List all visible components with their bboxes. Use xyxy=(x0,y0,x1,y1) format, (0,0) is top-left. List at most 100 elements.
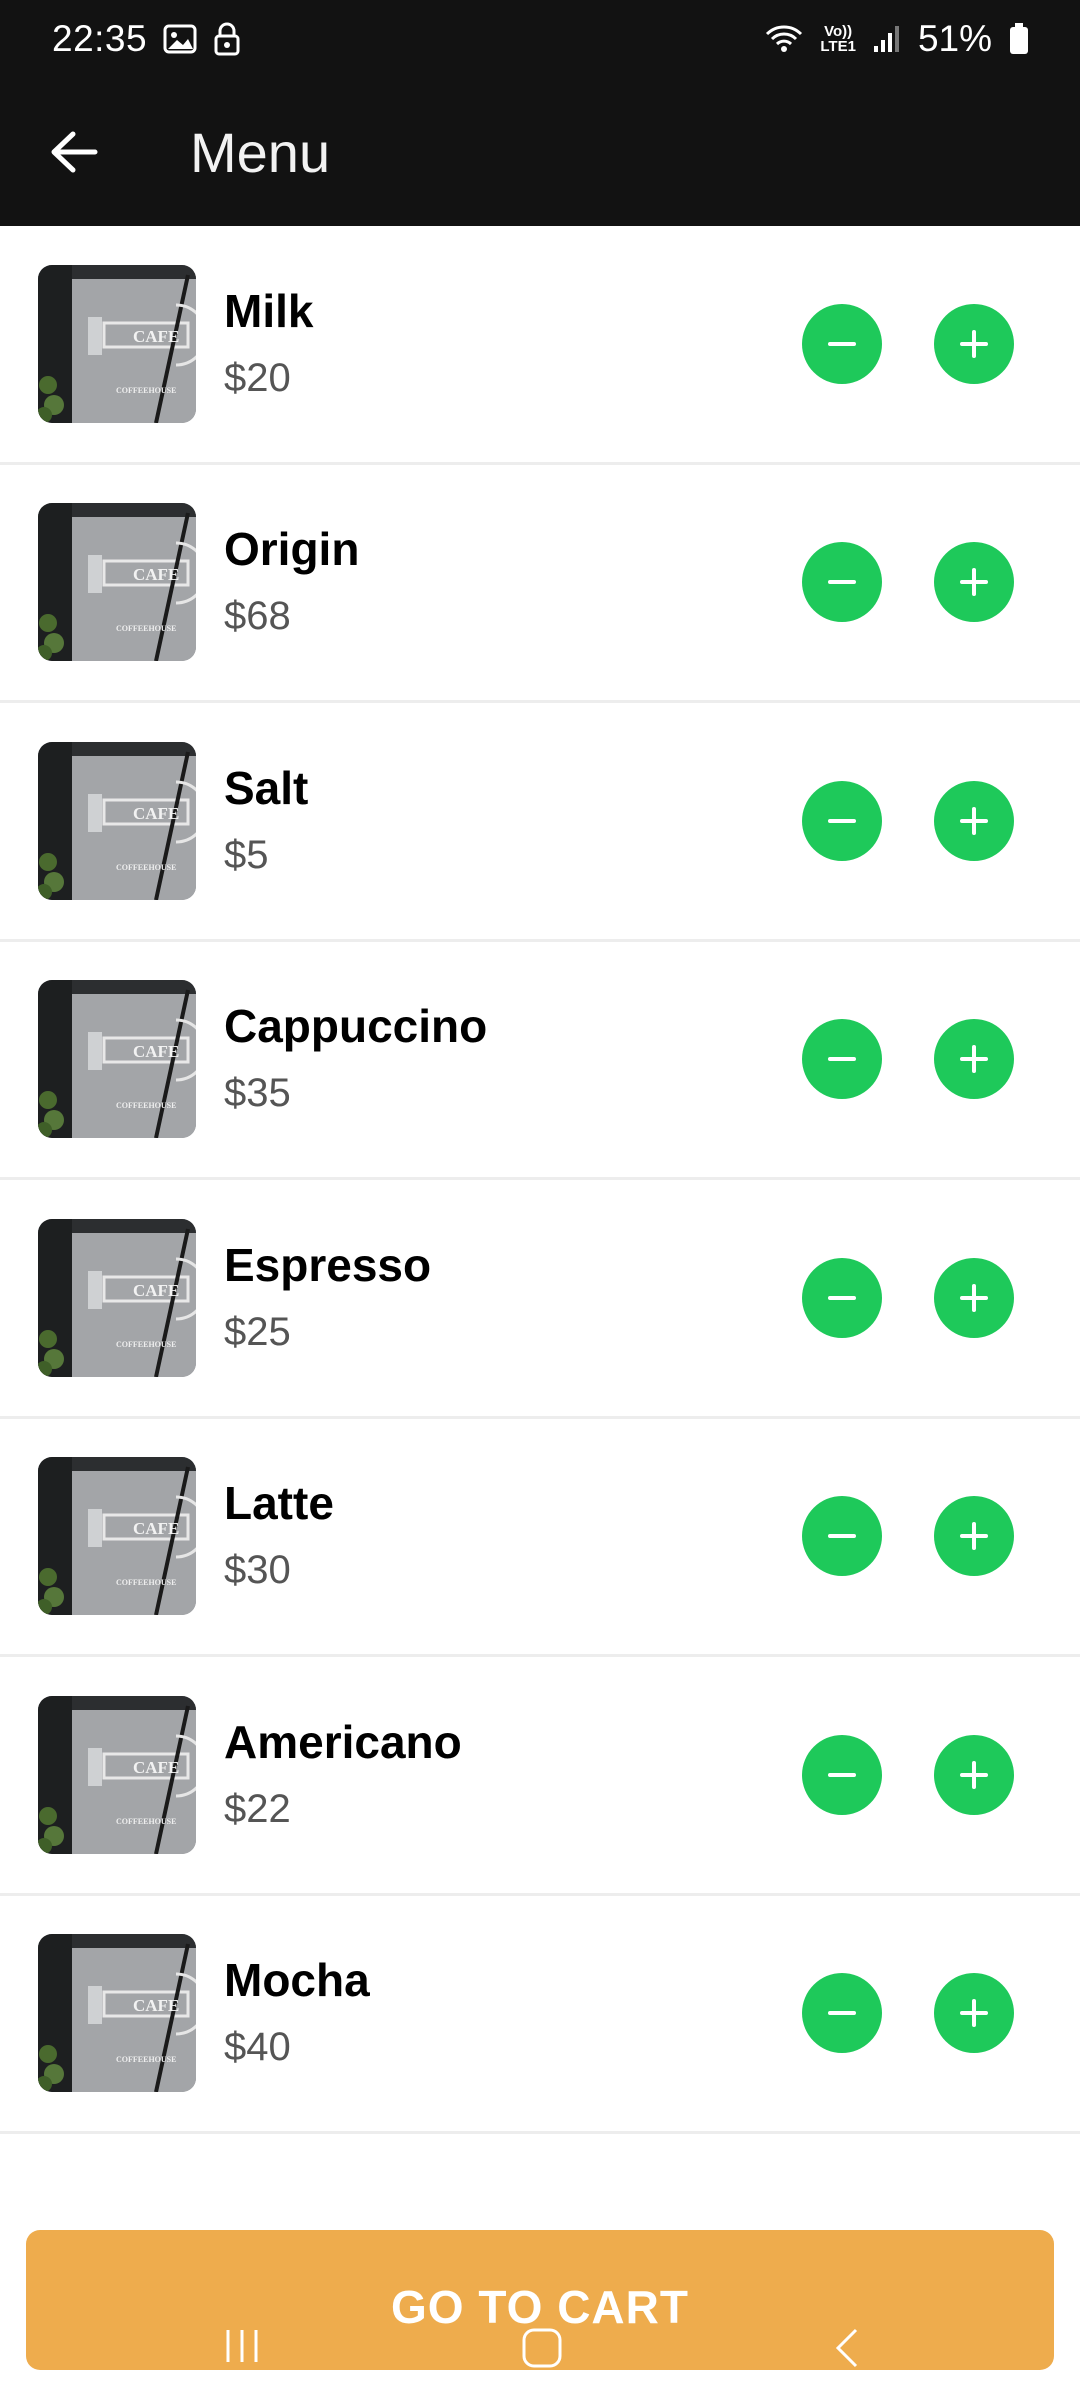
item-text: Origin $68 xyxy=(224,521,802,643)
menu-item: CAFE COFFEEHOUSE Salt $5 xyxy=(0,703,1080,942)
svg-text:COFFEEHOUSE: COFFEEHOUSE xyxy=(116,1578,176,1587)
item-price: $25 xyxy=(224,1309,291,1354)
increase-button[interactable] xyxy=(934,542,1014,623)
item-text: Mocha $40 xyxy=(224,1952,802,2074)
item-thumbnail: CAFE COFFEEHOUSE xyxy=(38,741,196,900)
menu-item: CAFE COFFEEHOUSE Cappuccino $35 xyxy=(0,941,1080,1180)
quantity-controls xyxy=(802,1257,1014,1338)
plus-icon xyxy=(960,806,988,835)
plus-icon xyxy=(960,568,988,597)
status-left: 22:35 xyxy=(52,18,241,60)
decrease-button[interactable] xyxy=(802,542,882,623)
svg-text:COFFEEHOUSE: COFFEEHOUSE xyxy=(116,2055,176,2064)
minus-icon xyxy=(828,580,856,585)
item-name: Cappuccino xyxy=(224,1000,488,1053)
item-name: Mocha xyxy=(224,1954,370,2007)
recent-apps-icon xyxy=(226,2330,258,2362)
system-nav-bar xyxy=(0,2310,1080,2400)
back-button[interactable] xyxy=(24,102,124,202)
menu-item: CAFE COFFEEHOUSE Espresso $25 xyxy=(0,1180,1080,1419)
plus-icon xyxy=(960,1283,988,1312)
minus-icon xyxy=(828,2011,856,2016)
minus-icon xyxy=(828,1295,856,1300)
svg-text:COFFEEHOUSE: COFFEEHOUSE xyxy=(116,1340,176,1349)
item-price: $22 xyxy=(224,1786,291,1831)
home-button[interactable] xyxy=(518,2324,566,2372)
decrease-button[interactable] xyxy=(802,1973,882,2054)
quantity-controls xyxy=(802,1496,1014,1577)
item-thumbnail: CAFE COFFEEHOUSE xyxy=(38,1218,196,1377)
volte-bottom: LTE1 xyxy=(820,38,856,55)
quantity-controls xyxy=(802,1019,1014,1100)
svg-text:CAFE: CAFE xyxy=(133,1042,179,1061)
minus-icon xyxy=(828,1057,856,1062)
plus-icon xyxy=(960,329,988,358)
item-name: Origin xyxy=(224,523,360,576)
svg-text:CAFE: CAFE xyxy=(133,804,179,823)
menu-item: CAFE COFFEEHOUSE Latte $30 xyxy=(0,1418,1080,1657)
svg-text:COFFEEHOUSE: COFFEEHOUSE xyxy=(116,1817,176,1826)
quantity-controls xyxy=(802,1973,1014,2054)
item-text: Cappuccino $35 xyxy=(224,998,802,1120)
svg-text:CAFE: CAFE xyxy=(133,565,179,584)
quantity-controls xyxy=(802,1734,1014,1815)
svg-text:CAFE: CAFE xyxy=(133,1519,179,1538)
status-time: 22:35 xyxy=(52,18,148,59)
minus-icon xyxy=(828,341,856,346)
increase-button[interactable] xyxy=(934,780,1014,861)
svg-text:COFFEEHOUSE: COFFEEHOUSE xyxy=(116,1101,176,1110)
decrease-button[interactable] xyxy=(802,1496,882,1577)
item-thumbnail: CAFE COFFEEHOUSE xyxy=(38,980,196,1139)
increase-button[interactable] xyxy=(934,1734,1014,1815)
arrow-left-icon xyxy=(51,131,98,173)
quantity-controls xyxy=(802,303,1014,384)
plus-icon xyxy=(960,1760,988,1789)
menu-item: CAFE COFFEEHOUSE Mocha $40 xyxy=(0,1895,1080,2134)
menu-item: CAFE COFFEEHOUSE Origin $68 xyxy=(0,464,1080,703)
item-name: Espresso xyxy=(224,1238,432,1291)
item-text: Americano $22 xyxy=(224,1714,802,1836)
chevron-left-icon xyxy=(835,2328,858,2368)
item-price: $30 xyxy=(224,1548,291,1593)
quantity-controls xyxy=(802,780,1014,861)
battery-percent: 51% xyxy=(917,18,992,59)
item-price: $20 xyxy=(224,355,291,400)
gallery-icon xyxy=(163,24,197,54)
decrease-button[interactable] xyxy=(802,303,882,384)
plus-icon xyxy=(960,1522,988,1551)
decrease-button[interactable] xyxy=(802,780,882,861)
plus-icon xyxy=(960,1045,988,1074)
increase-button[interactable] xyxy=(934,1019,1014,1100)
svg-text:COFFEEHOUSE: COFFEEHOUSE xyxy=(116,624,176,633)
item-name: Latte xyxy=(224,1477,334,1530)
decrease-button[interactable] xyxy=(802,1257,882,1338)
item-text: Latte $30 xyxy=(224,1475,802,1597)
battery-icon xyxy=(1008,22,1030,56)
decrease-button[interactable] xyxy=(802,1734,882,1815)
home-icon xyxy=(522,2328,562,2368)
lock-icon xyxy=(213,22,241,56)
increase-button[interactable] xyxy=(934,1257,1014,1338)
svg-text:CAFE: CAFE xyxy=(133,1758,179,1777)
back-nav-button[interactable] xyxy=(826,2324,870,2372)
item-thumbnail: CAFE COFFEEHOUSE xyxy=(38,1695,196,1854)
svg-text:CAFE: CAFE xyxy=(133,1996,179,2015)
app-bar: Menu xyxy=(0,78,1080,226)
item-text: Milk $20 xyxy=(224,283,802,405)
wifi-icon xyxy=(764,23,804,55)
item-name: Salt xyxy=(224,761,309,814)
increase-button[interactable] xyxy=(934,1973,1014,2054)
menu-item: CAFE COFFEEHOUSE Americano $22 xyxy=(0,1657,1080,1896)
increase-button[interactable] xyxy=(934,303,1014,384)
item-thumbnail: CAFE COFFEEHOUSE xyxy=(38,503,196,662)
minus-icon xyxy=(828,1534,856,1539)
item-price: $35 xyxy=(224,1071,291,1116)
page-title: Menu xyxy=(190,120,331,184)
item-name: Americano xyxy=(224,1715,462,1768)
status-bar: 22:35 Vo)) LTE1 51% xyxy=(0,0,1080,78)
item-thumbnail: CAFE COFFEEHOUSE xyxy=(38,1457,196,1616)
plus-icon xyxy=(960,1999,988,2028)
decrease-button[interactable] xyxy=(802,1019,882,1100)
increase-button[interactable] xyxy=(934,1496,1014,1577)
recent-apps-button[interactable] xyxy=(220,2324,264,2368)
